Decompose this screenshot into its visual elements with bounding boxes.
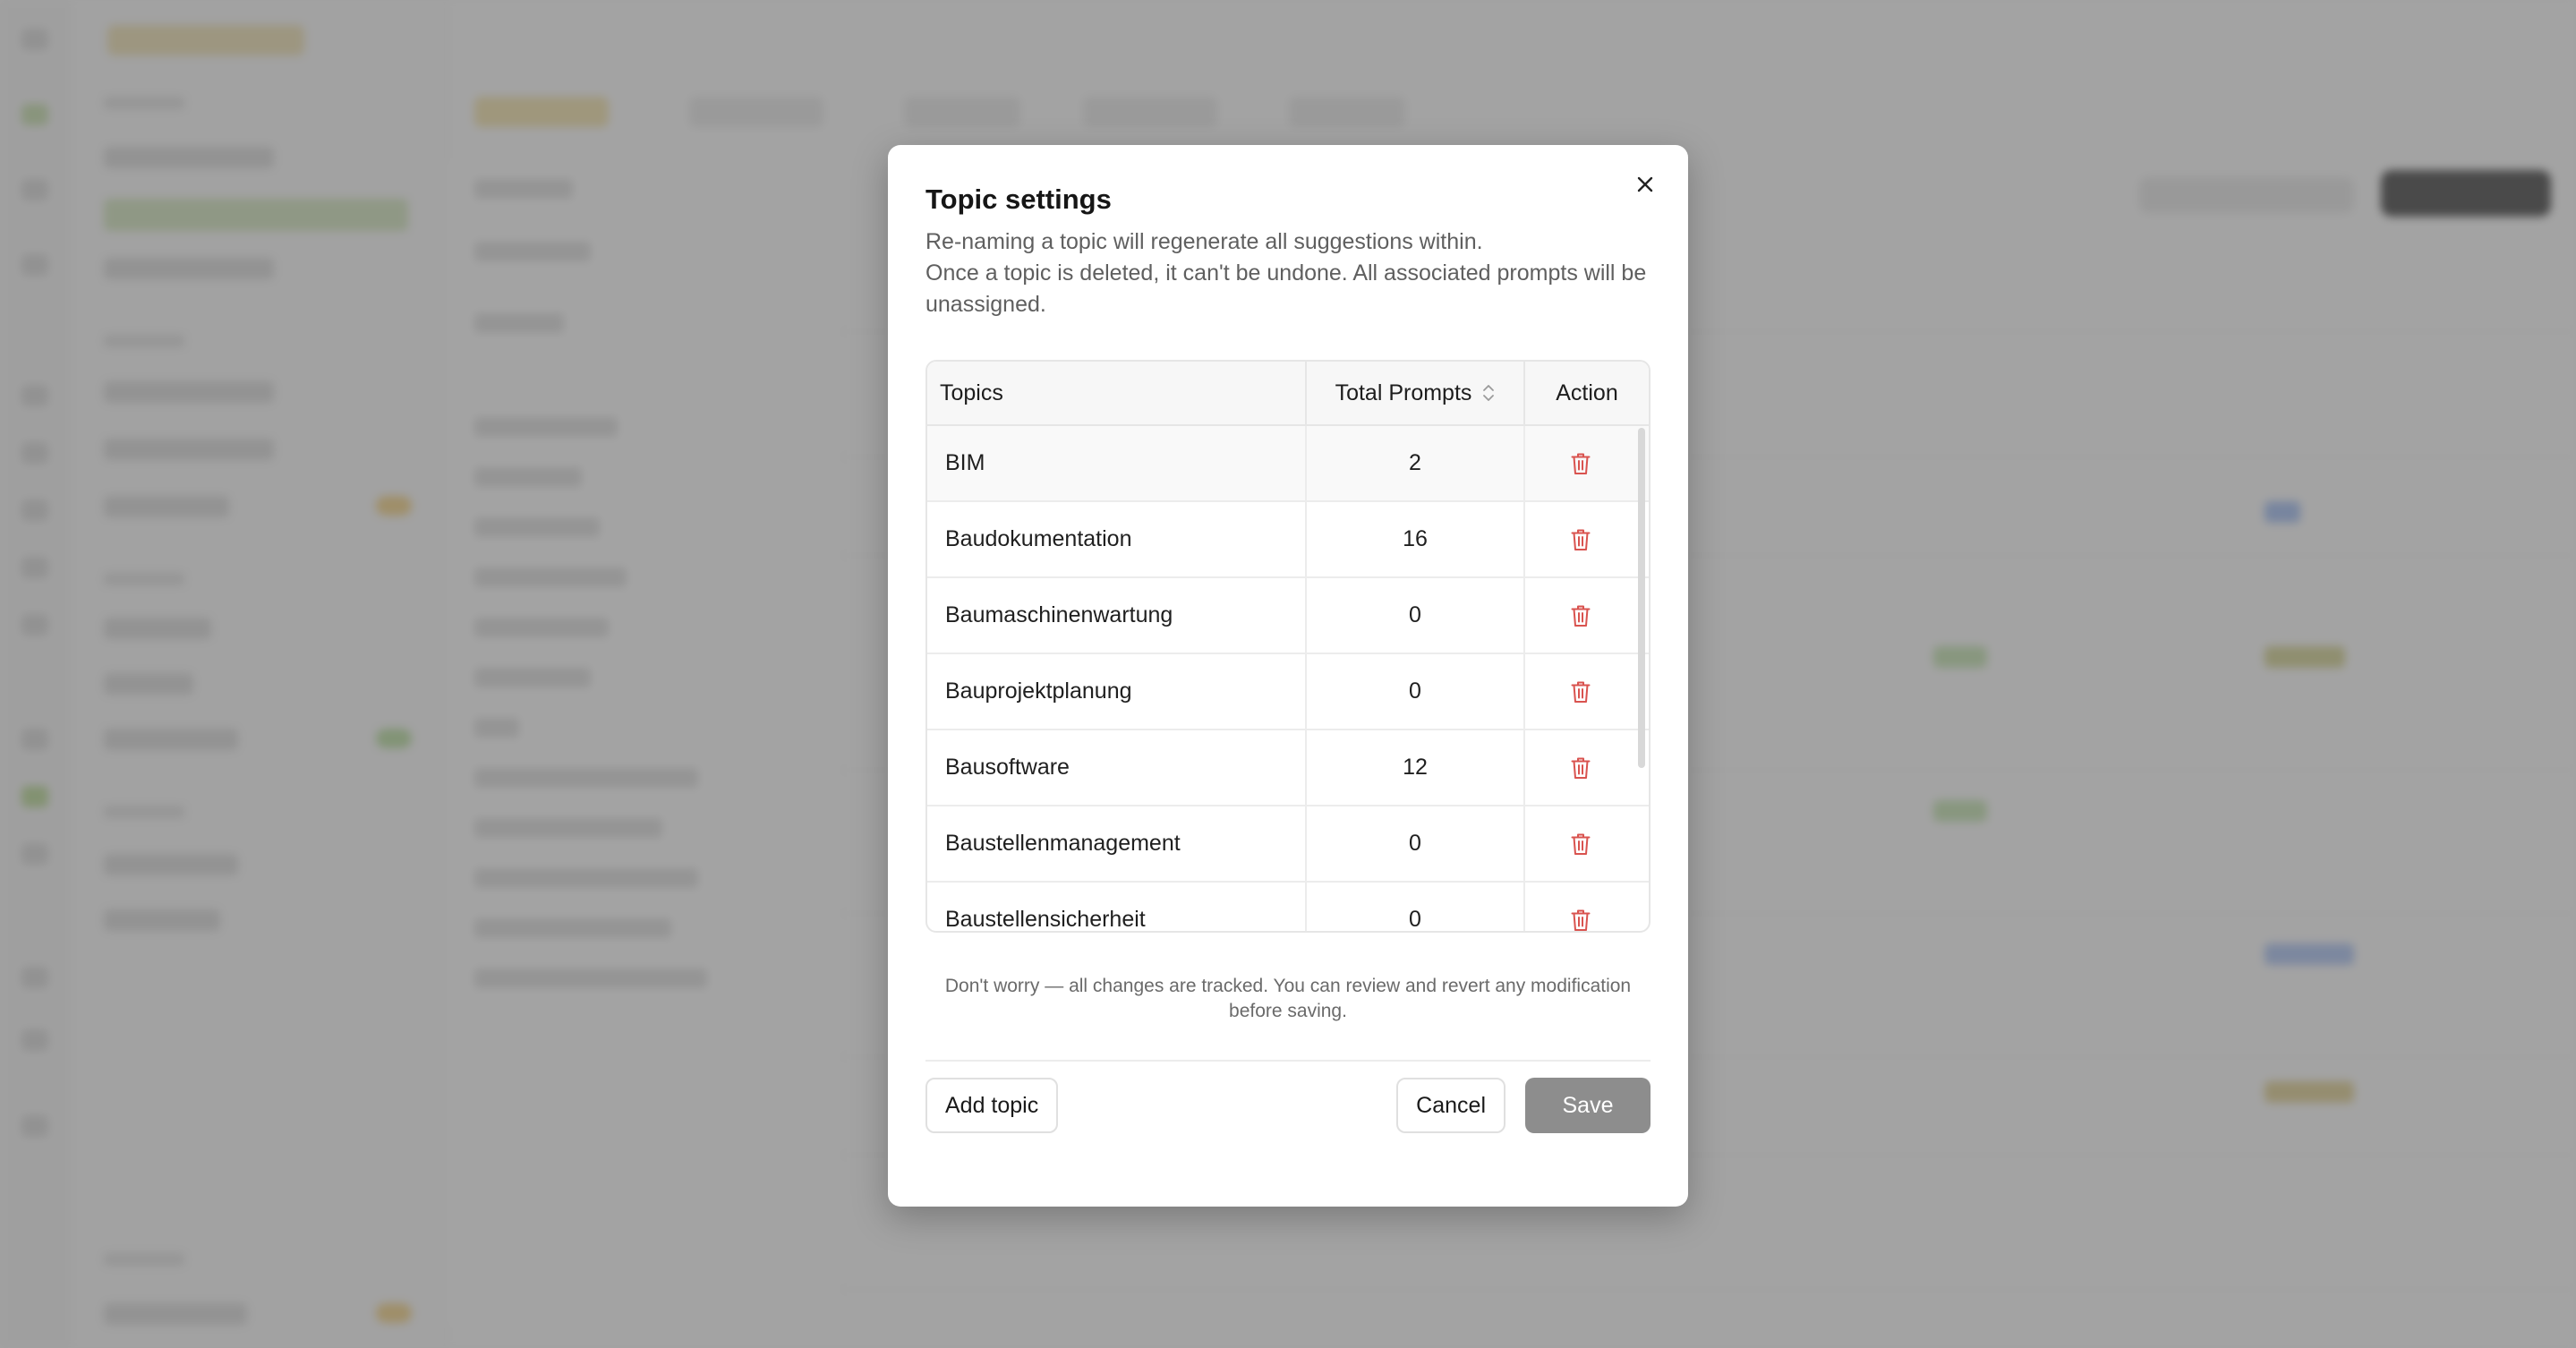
delete-topic-button[interactable]	[1567, 526, 1594, 553]
topic-name-input[interactable]	[945, 831, 1285, 857]
add-topic-button[interactable]: Add topic	[925, 1078, 1059, 1134]
dialog-footer: Add topic Cancel Save	[925, 1078, 1651, 1134]
delete-topic-button[interactable]	[1567, 907, 1594, 932]
topic-name-input[interactable]	[945, 526, 1285, 553]
trash-icon	[1571, 681, 1591, 703]
total-prompts-cell: 16	[1307, 502, 1525, 577]
trash-icon	[1571, 757, 1591, 779]
total-prompts-cell: 12	[1307, 730, 1525, 806]
header-total-prompts-label: Total Prompts	[1335, 380, 1472, 405]
header-topics: Topics	[927, 362, 1307, 425]
description-line-delete: Once a topic is deleted, it can't be und…	[925, 260, 1647, 318]
header-action: Action	[1556, 380, 1618, 405]
dialog-title: Topic settings	[925, 183, 1112, 215]
topic-settings-dialog: Topic settings Re-naming a topic will re…	[888, 145, 1688, 1207]
table-header: Topics Total Prompts Action	[927, 362, 1649, 427]
header-total-prompts[interactable]: Total Prompts	[1307, 362, 1525, 425]
table-row: 12	[927, 730, 1649, 807]
table-row: 0	[927, 578, 1649, 655]
trash-icon	[1571, 833, 1591, 855]
delete-topic-button[interactable]	[1567, 755, 1594, 781]
table-body[interactable]: 2 16 0 0 12	[927, 426, 1649, 932]
total-prompts-cell: 0	[1307, 578, 1525, 653]
topic-name-input[interactable]	[945, 450, 1285, 477]
delete-topic-button[interactable]	[1567, 450, 1594, 477]
footer-divider	[925, 1060, 1651, 1062]
trash-icon	[1571, 453, 1591, 474]
close-icon	[1637, 176, 1653, 192]
trash-icon	[1571, 605, 1591, 627]
save-button[interactable]: Save	[1525, 1078, 1651, 1134]
sort-icon	[1483, 385, 1495, 402]
close-button[interactable]	[1627, 166, 1663, 202]
total-prompts-cell: 2	[1307, 426, 1525, 501]
delete-topic-button[interactable]	[1567, 602, 1594, 629]
topic-name-input[interactable]	[945, 907, 1285, 932]
trash-icon	[1571, 529, 1591, 550]
topic-name-input[interactable]	[945, 678, 1285, 705]
table-row: 0	[927, 654, 1649, 731]
delete-topic-button[interactable]	[1567, 831, 1594, 857]
table-row: 0	[927, 883, 1649, 932]
table-row: 16	[927, 502, 1649, 579]
table-scrollbar[interactable]	[1638, 428, 1645, 769]
change-tracking-note: Don't worry — all changes are tracked. Y…	[944, 976, 1632, 1022]
table-row: 2	[927, 426, 1649, 503]
topic-name-input[interactable]	[945, 755, 1285, 781]
delete-topic-button[interactable]	[1567, 678, 1594, 705]
topic-name-input[interactable]	[945, 602, 1285, 629]
total-prompts-cell: 0	[1307, 883, 1525, 932]
total-prompts-cell: 0	[1307, 654, 1525, 729]
table-row: 0	[927, 806, 1649, 883]
topics-table: Topics Total Prompts Action 2 16	[925, 360, 1651, 934]
total-prompts-cell: 0	[1307, 806, 1525, 882]
description-line-rename: Re-naming a topic will regenerate all su…	[925, 229, 1483, 255]
dialog-description: Re-naming a topic will regenerate all su…	[925, 226, 1651, 320]
cancel-button[interactable]: Cancel	[1396, 1078, 1506, 1134]
trash-icon	[1571, 909, 1591, 931]
